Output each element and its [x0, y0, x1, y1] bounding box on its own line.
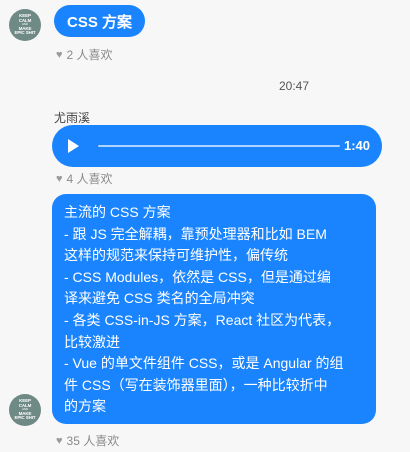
like-count-label: 4 人喜欢	[66, 172, 113, 186]
avatar[interactable]: KEEP CALM AND MAKE EPIC SHIT	[9, 394, 41, 426]
timestamp: 20:47	[279, 79, 310, 93]
like-count-label: 35 人喜欢	[66, 434, 120, 448]
message-line: 比较激进	[64, 333, 120, 350]
message-line: - CSS Modules，依然是 CSS，但是通过编	[64, 268, 331, 285]
avatar-text: EPIC SHIT	[14, 30, 36, 36]
heart-icon: ♥	[56, 172, 63, 185]
author-name: 尤雨溪	[54, 111, 91, 125]
message-line: - Vue 的单文件组件 CSS，或是 Angular 的组	[64, 355, 344, 372]
audio-duration: 1:40	[343, 138, 370, 153]
audio-progress-track[interactable]	[98, 145, 340, 147]
message-bubble[interactable]: CSS 方案	[54, 5, 146, 37]
message-line: 件 CSS（写在装饰器里面），一种比较折中	[64, 376, 328, 393]
message-bubble[interactable]: 主流的 CSS 方案 - 跟 JS 完全解耦，靠预处理器和比如 BEM 这样的规…	[52, 194, 376, 424]
like-count[interactable]: ♥ 4 人喜欢	[56, 170, 113, 187]
like-count[interactable]: ♥ 35 人喜欢	[56, 432, 119, 449]
message-line: 主流的 CSS 方案	[64, 204, 171, 220]
message-line: - 各类 CSS-in-JS 方案，React 社区为代表，	[64, 311, 341, 328]
message-line: 的方案	[64, 398, 106, 415]
avatar[interactable]: KEEP CALM AND MAKE EPIC SHIT	[9, 9, 41, 41]
avatar-text: EPIC SHIT	[14, 415, 36, 421]
like-count[interactable]: ♥ 2 人喜欢	[56, 46, 113, 63]
like-count-label: 2 人喜欢	[66, 48, 113, 62]
message-line: - 跟 JS 完全解耦，靠预处理器和比如 BEM	[64, 225, 327, 242]
heart-icon: ♥	[56, 434, 63, 447]
message-line: 这样的规范来保持可维护性，偏传统	[64, 247, 288, 264]
audio-message: 1:40	[52, 125, 382, 167]
message-line: 译来避免 CSS 类名的全局冲突	[64, 290, 255, 307]
heart-icon: ♥	[56, 48, 63, 61]
play-icon[interactable]	[68, 139, 79, 153]
message-text: CSS 方案	[67, 13, 133, 31]
